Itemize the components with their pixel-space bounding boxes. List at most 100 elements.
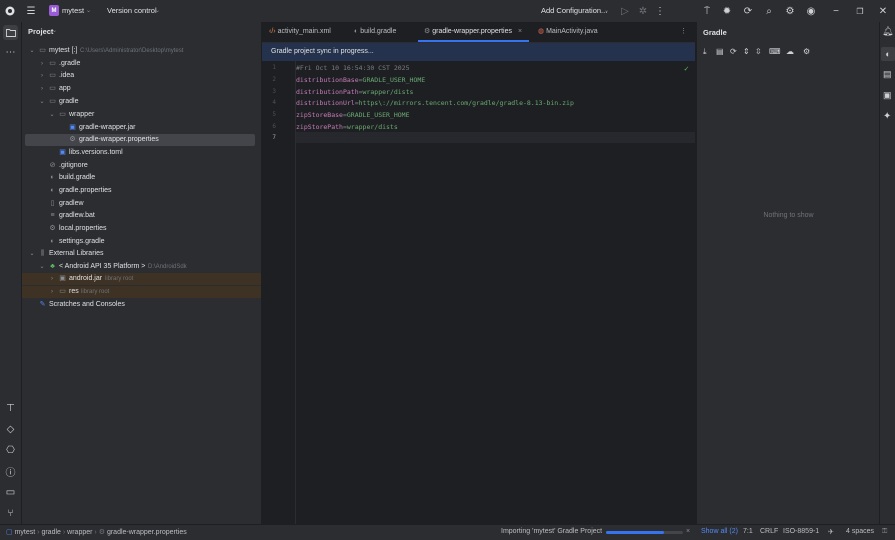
lock-icon[interactable]: ⚿ — [882, 528, 887, 536]
project-name-dropdown[interactable]: mytest — [62, 6, 84, 15]
breadcrumb-item[interactable]: wrapper — [67, 529, 92, 536]
settings-icon[interactable]: ⚙ — [783, 4, 797, 18]
tab-options-icon[interactable]: ⋮ — [680, 22, 687, 42]
gradle-icon: ◐ — [50, 238, 55, 245]
tree-item-android-api-platform[interactable]: ⌄ ♣ < Android API 35 Platform > D:\Andro… — [22, 261, 261, 273]
background-task-text[interactable]: Importing 'mytest' Gradle Project — [501, 528, 602, 535]
chevron-down-icon: ⌄ — [39, 264, 45, 270]
sync-gradle-icon[interactable]: ⟳ — [741, 4, 755, 18]
tree-item-gradlew-bat[interactable]: ≡ gradlew.bat — [22, 210, 261, 222]
minimize-icon[interactable]: − — [829, 4, 843, 18]
download-icon[interactable]: ⤓ — [703, 47, 707, 57]
line-separator[interactable]: CRLF — [760, 528, 778, 535]
account-icon[interactable]: ◉ — [804, 4, 818, 18]
code-editor[interactable]: ✓ #Fri Oct 10 16:54:30 CST 2025 distribu… — [296, 61, 695, 524]
running-devices-icon[interactable]: ▣ — [883, 90, 892, 101]
debug-icon[interactable]: ✲ — [636, 4, 650, 18]
tab-main-activity-java[interactable]: ◍ MainActivity.java — [538, 22, 598, 42]
tree-item-local-properties[interactable]: ⚙ local.properties — [22, 223, 261, 235]
line-number-gutter: 1 2 3 4 5 6 7 — [262, 61, 296, 524]
gradle-tool-icon[interactable]: ◐ — [881, 47, 895, 61]
tab-build-gradle[interactable]: ◐ build.gradle — [354, 22, 396, 42]
code-line: distributionBase=GRADLE_USER_HOME — [296, 76, 426, 84]
tab-activity-main-xml[interactable]: ‹/› activity_main.xml — [269, 22, 331, 42]
tree-item-libs-versions-toml[interactable]: ▣ libs.versions.toml — [22, 147, 261, 159]
breadcrumb-separator-icon: › — [94, 529, 97, 536]
project-badge[interactable]: M — [49, 5, 59, 16]
tasks-icon[interactable]: ▤ — [716, 47, 724, 56]
tree-item-app[interactable]: › ▭ app — [22, 83, 261, 95]
app-logo-icon[interactable] — [3, 4, 17, 18]
chevron-right-icon: › — [41, 86, 43, 92]
close-tab-icon[interactable]: × — [518, 28, 522, 35]
tab-gradle-wrapper-properties[interactable]: ⚙ gradle-wrapper.properties × — [418, 22, 529, 42]
cancel-task-icon[interactable]: × — [686, 528, 690, 535]
gear-icon: ⚙ — [69, 136, 76, 143]
gear-icon: ⚙ — [424, 28, 431, 35]
tree-item-dot-gradle[interactable]: › ▭ .gradle — [22, 58, 261, 70]
caret-position[interactable]: 7:1 — [743, 528, 753, 535]
run-configuration-dropdown[interactable]: Add Configuration... — [541, 6, 607, 15]
git-icon[interactable]: ⑂ — [3, 506, 18, 521]
offline-mode-icon[interactable]: ☁ — [786, 47, 794, 56]
more-tools-icon[interactable]: ⋯ — [3, 45, 18, 60]
tree-item-settings-gradle[interactable]: ◐ settings.gradle — [22, 236, 261, 248]
tree-item-android-jar[interactable]: › ▣ android.jar library root — [22, 273, 261, 285]
bug-icon[interactable]: ✹ — [720, 4, 734, 18]
tree-item-idea[interactable]: › ▭ .idea — [22, 70, 261, 82]
show-all-tasks-link[interactable]: Show all (2) — [701, 528, 738, 535]
project-tool-icon[interactable] — [3, 25, 18, 40]
chevron-down-icon: ⌄ — [29, 48, 35, 54]
vcs-dropdown[interactable]: Version control — [107, 6, 157, 15]
device-manager-icon[interactable]: ⍑ — [700, 4, 714, 18]
tree-item-wrapper[interactable]: ⌄ ▭ wrapper — [22, 109, 261, 121]
run-icon[interactable]: ▷ — [618, 4, 632, 18]
more-actions-icon[interactable]: ⋮ — [653, 4, 667, 18]
close-icon[interactable]: ✕ — [876, 4, 890, 18]
build-variants-icon[interactable]: ⊤ — [3, 401, 18, 416]
folder-icon: ▭ — [49, 85, 56, 92]
tree-item-gitignore[interactable]: ⊘ .gitignore — [22, 160, 261, 172]
settings-icon[interactable]: ⚙ — [803, 47, 810, 56]
execute-task-icon[interactable]: ⌨ — [769, 47, 781, 56]
expand-all-icon[interactable]: ⇕ — [743, 47, 750, 56]
problems-icon[interactable]: ⓘ — [3, 464, 18, 479]
search-icon[interactable]: ⌕ — [762, 4, 776, 18]
tree-item-gradle-properties[interactable]: ◐ gradle.properties — [22, 185, 261, 197]
jar-icon: ▣ — [69, 124, 76, 131]
tree-item-scratches[interactable]: ✎ Scratches and Consoles — [22, 299, 261, 311]
tree-item-gradle-wrapper-jar[interactable]: ▣ gradle-wrapper.jar — [22, 122, 261, 134]
breadcrumb-item[interactable]: gradle-wrapper.properties — [107, 529, 187, 536]
power-save-icon[interactable]: ✈ — [828, 528, 834, 536]
gemini-icon[interactable]: ✦ — [883, 111, 891, 122]
chevron-down-icon: ⌄ — [155, 8, 161, 14]
line-number: 1 — [272, 64, 276, 71]
sync-icon[interactable]: ⟳ — [730, 47, 737, 56]
restore-icon[interactable]: ❐ — [853, 4, 867, 18]
gradle-icon: ◐ — [50, 174, 55, 181]
main-menu-icon[interactable]: ☰ — [24, 4, 38, 18]
tree-item-build-gradle[interactable]: ◐ build.gradle — [22, 172, 261, 184]
java-icon: ◍ — [538, 28, 545, 35]
indent-setting[interactable]: 4 spaces — [846, 528, 874, 535]
check-icon: ✓ — [684, 64, 689, 73]
tree-item-gradle[interactable]: ⌄ ▭ gradle — [22, 96, 261, 108]
project-panel-title[interactable]: Project — [28, 27, 53, 36]
tree-item-res[interactable]: › ▭ res library root — [22, 286, 261, 298]
notifications-icon[interactable]: 🔔︎ — [882, 26, 893, 37]
device-file-explorer-icon[interactable]: ▤ — [883, 69, 892, 80]
collapse-all-icon[interactable]: ⇳ — [755, 47, 762, 56]
logcat-icon[interactable]: ⎔ — [3, 443, 18, 458]
chevron-down-icon: ⌄ — [29, 251, 35, 257]
breadcrumb-item[interactable]: mytest — [15, 529, 36, 536]
breadcrumb-item[interactable]: gradle — [41, 529, 60, 536]
tree-item-gradlew[interactable]: ▯ gradlew — [22, 198, 261, 210]
tree-item-mytest[interactable]: ⌄ ▭ mytest [:] C:\Users\Administrator\De… — [22, 45, 261, 57]
file-encoding[interactable]: ISO-8859-1 — [783, 528, 819, 535]
code-line: distributionUrl=https\://mirrors.tencent… — [296, 99, 574, 107]
terminal-icon[interactable]: ▭ — [3, 485, 18, 500]
tree-item-gradle-wrapper-properties[interactable]: ⚙ gradle-wrapper.properties — [25, 134, 255, 146]
gem-icon[interactable]: ◇ — [3, 422, 18, 437]
android-icon: ♣ — [50, 263, 55, 270]
tree-item-external-libraries[interactable]: ⌄ ⫼ External Libraries — [22, 248, 261, 260]
